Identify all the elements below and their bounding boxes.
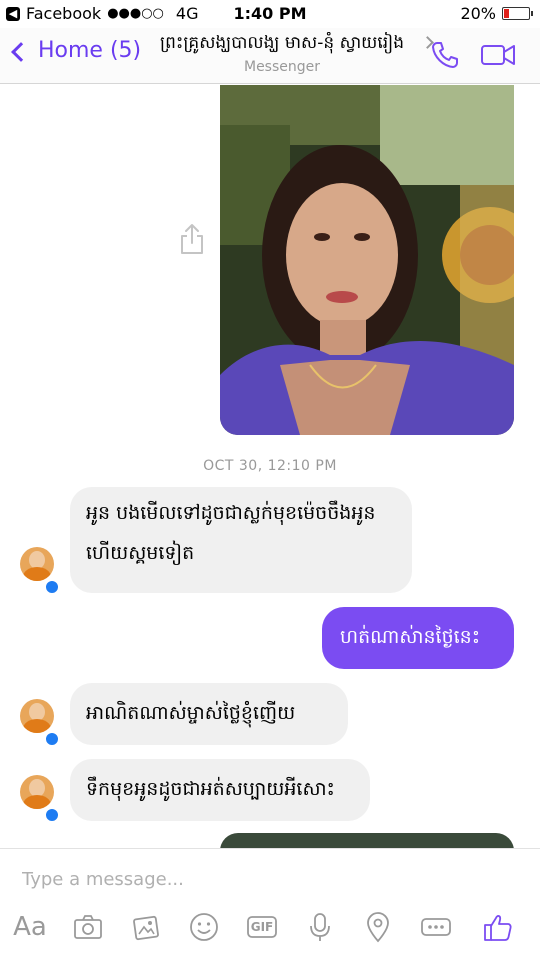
location-pin-icon — [367, 912, 389, 943]
microphone-icon — [310, 913, 330, 941]
battery-percent: 20% — [460, 4, 496, 23]
smiley-icon — [190, 913, 218, 941]
conversation-header: Home (5) ព្រះគ្រូសង្ឃបាលង្ឃ មាស-នុំ ស្វា… — [0, 28, 540, 84]
message-text-line: ហើយស្គមទៀត — [86, 542, 195, 564]
composer: Aa GIF — [0, 848, 540, 960]
avatar-robe — [23, 567, 51, 581]
incoming-message[interactable]: ទឹកមុខអូនដូចជាអត់សប្បាយអីសោះ — [70, 759, 370, 821]
incoming-message[interactable]: អូន បងមើលទៅដូចជាស្លក់មុខម៉េចចឹងអូន ហើយស្… — [70, 487, 412, 593]
contact-name: ព្រះគ្រូសង្ឃបាលង្ឃ មាស-នុំ ស្វាយរៀង — [160, 33, 404, 53]
message-list[interactable]: OCT 30, 12:10 PM អូន បងមើលទៅដូចជាស្លក់មុ… — [0, 85, 540, 848]
voice-button[interactable] — [302, 909, 338, 945]
clock: 1:40 PM — [233, 4, 307, 23]
avatar[interactable] — [20, 699, 54, 733]
outgoing-message[interactable]: ហត់ណាស់ានថ្ងៃនេះ — [322, 607, 514, 669]
message-timestamp: OCT 30, 12:10 PM — [203, 458, 337, 474]
gallery-icon — [133, 915, 159, 941]
more-icon — [421, 918, 451, 936]
camera-button[interactable] — [70, 909, 106, 945]
share-icon[interactable] — [180, 223, 204, 255]
aa-label: Aa — [13, 912, 47, 942]
text-format-button[interactable]: Aa — [10, 909, 50, 945]
message-input[interactable] — [22, 867, 502, 891]
gallery-button[interactable] — [128, 909, 164, 945]
composer-toolbar: Aa GIF — [0, 909, 540, 949]
status-bar: ◀ Facebook ●●●○○ 4G 1:40 PM 20% — [0, 0, 540, 28]
status-right: 20% — [460, 4, 533, 23]
messenger-badge-icon — [44, 579, 60, 595]
phone-call-icon[interactable] — [430, 40, 460, 70]
sticker-button[interactable] — [186, 909, 222, 945]
battery-icon — [502, 7, 533, 20]
avatar[interactable] — [20, 547, 54, 581]
avatar-robe — [23, 795, 51, 809]
chevron-left-icon — [11, 41, 31, 62]
avatar[interactable] — [20, 775, 54, 809]
camera-icon — [74, 915, 102, 939]
gif-button[interactable]: GIF — [244, 909, 280, 945]
location-button[interactable] — [360, 909, 396, 945]
like-button[interactable] — [480, 909, 516, 945]
battery-fill — [504, 9, 509, 18]
video-call-icon[interactable] — [480, 42, 516, 68]
back-button[interactable]: Home (5) — [11, 38, 142, 63]
avatar-robe — [23, 719, 51, 733]
title-subtitle: Messenger — [243, 59, 321, 75]
photo-message[interactable] — [220, 833, 514, 848]
message-text-line: អូន បងមើលទៅដូចជាស្លក់មុខម៉េចចឹងអូន — [86, 502, 376, 524]
messenger-badge-icon — [44, 731, 60, 747]
incoming-message[interactable]: អាណិតណាស់ម្ចាស់ថ្លៃខ្ញុំញើយ — [70, 683, 348, 745]
photo-message[interactable] — [220, 85, 514, 435]
back-label: Home (5) — [38, 38, 142, 63]
thumbs-up-icon — [484, 915, 512, 941]
conversation-title[interactable]: ព្រះគ្រូសង្ឃបាលង្ឃ មាស-នុំ ស្វាយរៀង Mess… — [142, 32, 434, 75]
gif-label: GIF — [250, 920, 274, 934]
messenger-badge-icon — [44, 807, 60, 823]
more-button[interactable] — [418, 909, 454, 945]
